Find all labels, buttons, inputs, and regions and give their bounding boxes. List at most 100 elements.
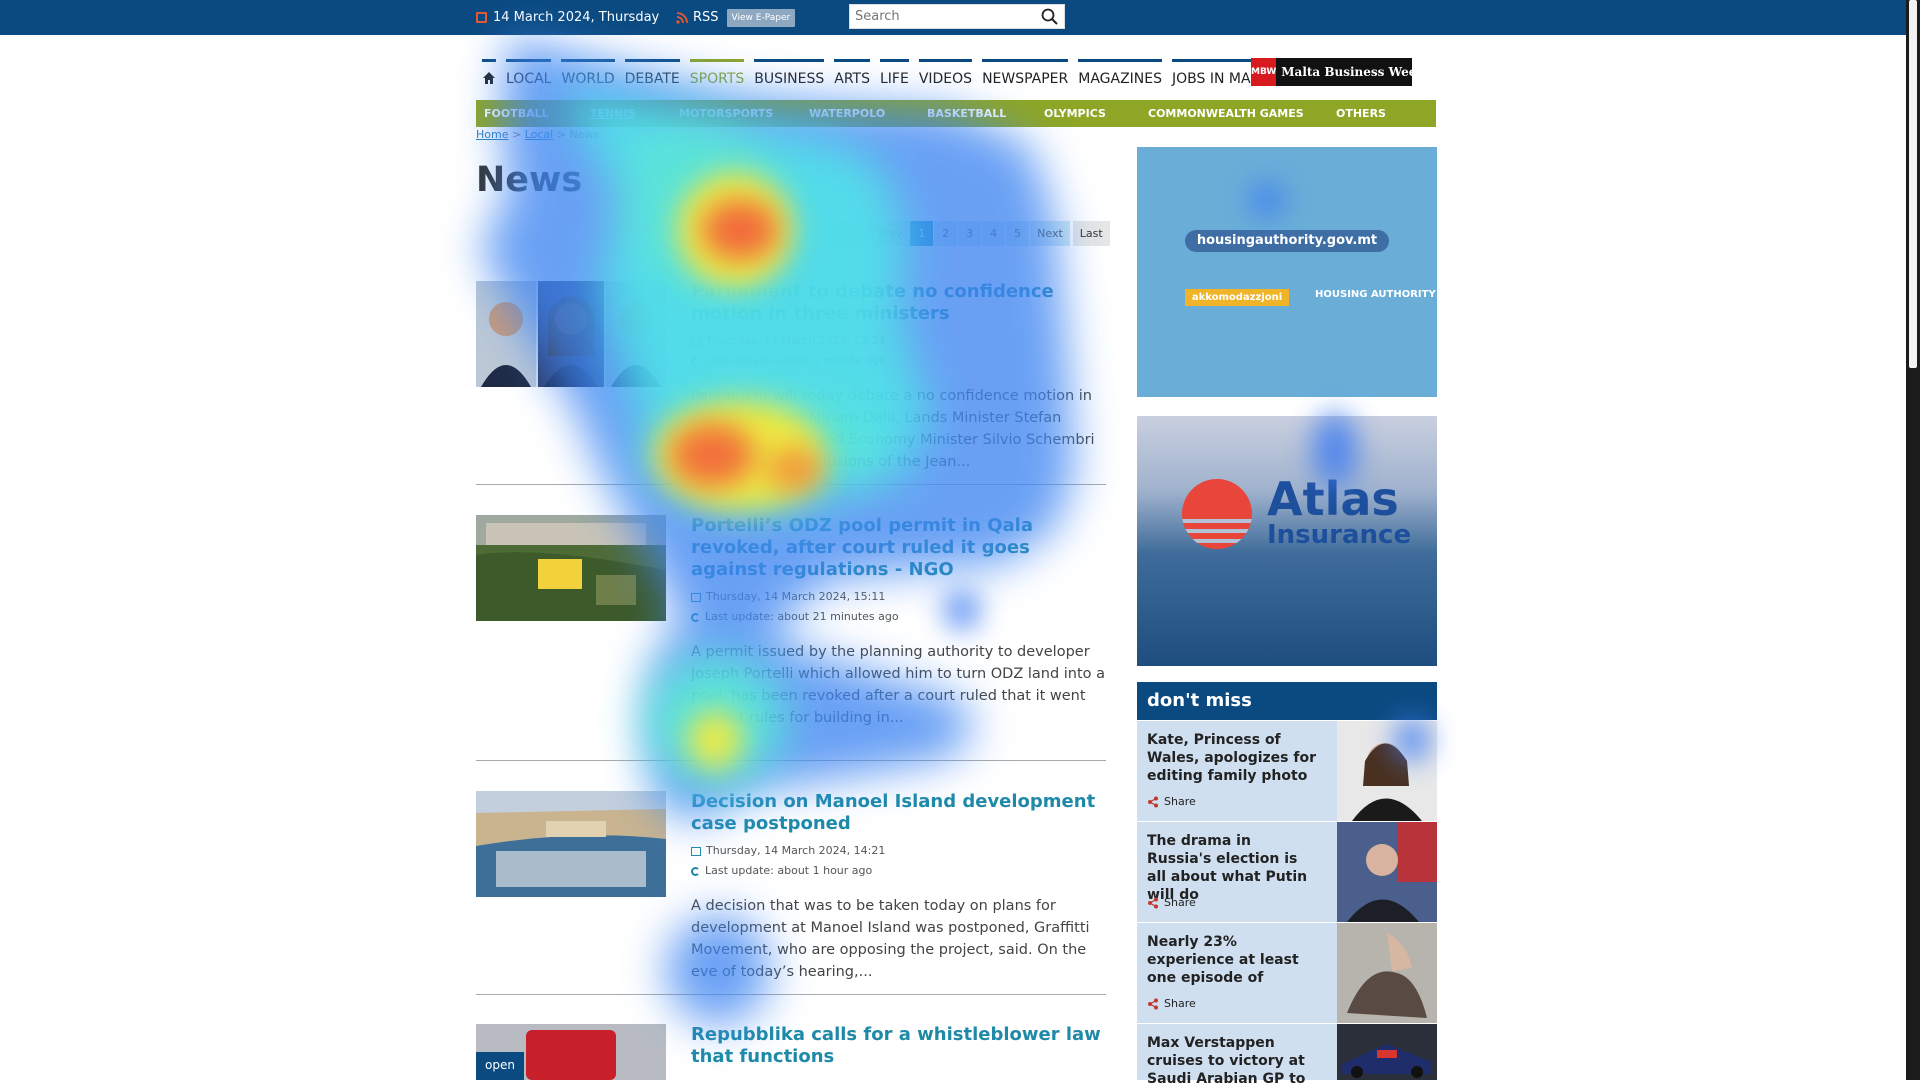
article-divider [476, 994, 1106, 995]
article-title[interactable]: Decision on Manoel Island development ca… [691, 791, 1106, 835]
article-date: Thursday, 14 March 2024, 15:11 [691, 587, 1080, 607]
dont-miss-image[interactable] [1337, 1024, 1437, 1080]
search-box [849, 4, 1065, 29]
subnav-tennis[interactable]: TENNIS [590, 107, 635, 120]
nav-local[interactable]: LOCAL [506, 59, 552, 91]
breadcrumb: Home > Local > News [476, 128, 599, 141]
sports-subnav: FOOTBALL TENNIS MOTORSPORTS WATERPOLO BA… [476, 100, 1436, 127]
article-thumbnail[interactable] [476, 791, 666, 897]
calendar-icon [691, 336, 701, 346]
view-epaper-button[interactable]: View E-Paper [726, 8, 796, 27]
top-bar: 14 March 2024, Thursday RSS View E-Paper [0, 0, 1920, 35]
refresh-icon [691, 356, 700, 366]
dont-miss-title[interactable]: Nearly 23% experience at least one episo… [1147, 933, 1317, 987]
dont-miss-item[interactable]: Max Verstappen cruises to victory at Sau… [1137, 1024, 1437, 1087]
dont-miss-item[interactable]: The drama in Russia's election is all ab… [1137, 822, 1437, 923]
search-icon[interactable] [1041, 8, 1058, 25]
article-meta: Thursday, 14 March 2024, 14:21 Last upda… [691, 841, 1106, 881]
article-date-text: Thursday, 14 March 2024, 14:21 [706, 844, 886, 857]
subnav-motorsports[interactable]: MOTORSPORTS [679, 107, 773, 120]
housing-authority-logo: HOUSING AUTHORITY [1315, 289, 1436, 300]
breadcrumb-home[interactable]: Home [476, 128, 508, 141]
scrollbar-thumb[interactable] [1909, 0, 1917, 368]
article-thumbnail[interactable] [476, 281, 666, 387]
dont-miss-item[interactable]: Kate, Princess of Wales, apologizes for … [1137, 721, 1437, 822]
scrollbar[interactable] [1906, 0, 1920, 1080]
housing-authority-ad[interactable]: housingauthority.gov.mt akkomodazzjoni H… [1137, 147, 1437, 397]
pagination-page[interactable]: 2 [934, 221, 958, 246]
calendar-icon [691, 592, 701, 602]
article-divider [476, 760, 1106, 761]
nav-videos[interactable]: VIDEOS [918, 59, 973, 91]
pagination-page[interactable]: 4 [982, 221, 1006, 246]
dont-miss-title[interactable]: The drama in Russia's election is all ab… [1147, 832, 1317, 904]
breadcrumb-separator: > [511, 128, 522, 141]
article-date: Thursday, 14 March 2024, 15:24 [691, 331, 885, 351]
share-label: Share [1164, 896, 1196, 909]
subnav-waterpolo[interactable]: WATERPOLO [809, 107, 885, 120]
nav-sports[interactable]: SPORTS [689, 59, 745, 91]
refresh-icon [691, 612, 700, 622]
article-body: Parliament to debate no confidence motio… [691, 281, 1106, 473]
home-icon [483, 72, 495, 84]
article-title[interactable]: Repubblika calls for a whistleblower law… [691, 1024, 1106, 1068]
pagination-last[interactable]: Last [1072, 221, 1110, 246]
nav-magazines[interactable]: MAGAZINES [1078, 59, 1163, 91]
subnav-commonwealth-games[interactable]: COMMONWEALTH GAMES [1148, 107, 1304, 120]
share-icon [1148, 897, 1158, 908]
share-button[interactable]: Share [1147, 896, 1196, 909]
dont-miss-image[interactable] [1337, 822, 1437, 922]
malta-business-weekly-link[interactable]: MBW Malta Business Weekly [1251, 58, 1436, 86]
pagination-page[interactable]: 1 [910, 221, 934, 246]
ad-brand-line2: Insurance [1267, 520, 1412, 550]
nav-life[interactable]: LIFE [879, 59, 909, 91]
article-updated: Last update: about 1 hour ago [691, 861, 872, 881]
subnav-others[interactable]: OTHERS [1336, 107, 1386, 120]
breadcrumb-local[interactable]: Local [525, 128, 554, 141]
calendar-icon [476, 12, 487, 23]
dont-miss-image[interactable] [1337, 923, 1437, 1023]
nav-home[interactable] [482, 59, 496, 91]
ad-tag: akkomodazzjoni [1185, 289, 1289, 306]
article-title[interactable]: Parliament to debate no confidence motio… [691, 281, 1106, 325]
article-body: Portelli’s ODZ pool permit in Qala revok… [691, 515, 1106, 729]
article-body: Repubblika calls for a whistleblower law… [691, 1024, 1106, 1068]
pagination-page[interactable]: 3 [958, 221, 982, 246]
share-button[interactable]: Share [1147, 795, 1196, 808]
article-date-text: Thursday, 14 March 2024, 15:24 [706, 334, 886, 347]
subnav-football[interactable]: FOOTBALL [484, 107, 549, 120]
share-label: Share [1164, 997, 1196, 1010]
nav-debate[interactable]: DEBATE [624, 59, 680, 91]
open-tab[interactable]: open [476, 1052, 524, 1080]
dont-miss-item[interactable]: Nearly 23% experience at least one episo… [1137, 923, 1437, 1024]
nav-arts[interactable]: ARTS [834, 59, 870, 91]
nav-world[interactable]: WORLD [561, 59, 615, 91]
search-input[interactable] [850, 5, 1040, 28]
dont-miss-image[interactable] [1337, 721, 1437, 821]
subnav-basketball[interactable]: BASKETBALL [927, 107, 1006, 120]
subnav-olympics[interactable]: OLYMPICS [1044, 107, 1106, 120]
ad-brand-line1: Atlas [1267, 472, 1399, 526]
rss-icon [676, 11, 688, 24]
article-excerpt: A decision that was to be taken today on… [691, 898, 1090, 980]
share-button[interactable]: Share [1147, 997, 1196, 1010]
page-title: News [476, 160, 583, 200]
pagination-page[interactable]: 5 [1006, 221, 1030, 246]
article-updated-text: Last update: about 21 minutes ago [705, 610, 899, 623]
article-excerpt: A permit issued by the planning authorit… [691, 644, 1106, 726]
atlas-insurance-ad[interactable]: Atlas Insurance [1137, 416, 1437, 666]
article-updated-text: Last update: about 1 hour ago [705, 864, 873, 877]
pagination-first[interactable]: First [833, 221, 871, 246]
article-date-text: Thursday, 14 March 2024, 15:11 [706, 590, 886, 603]
article-thumbnail[interactable] [476, 515, 666, 621]
main-nav: LOCAL WORLD DEBATE SPORTS BUSINESS ARTS … [482, 58, 1283, 91]
nav-business[interactable]: BUSINESS [754, 59, 825, 91]
pagination-prev[interactable]: Prev [871, 221, 910, 246]
dont-miss-title[interactable]: Kate, Princess of Wales, apologizes for … [1147, 731, 1317, 785]
refresh-icon [691, 866, 700, 876]
nav-newspaper[interactable]: NEWSPAPER [982, 59, 1069, 91]
rss-link[interactable]: RSS [676, 10, 719, 25]
date-text: 14 March 2024, Thursday [493, 10, 660, 25]
article-title[interactable]: Portelli’s ODZ pool permit in Qala revok… [691, 515, 1106, 581]
pagination-next[interactable]: Next [1030, 221, 1070, 246]
